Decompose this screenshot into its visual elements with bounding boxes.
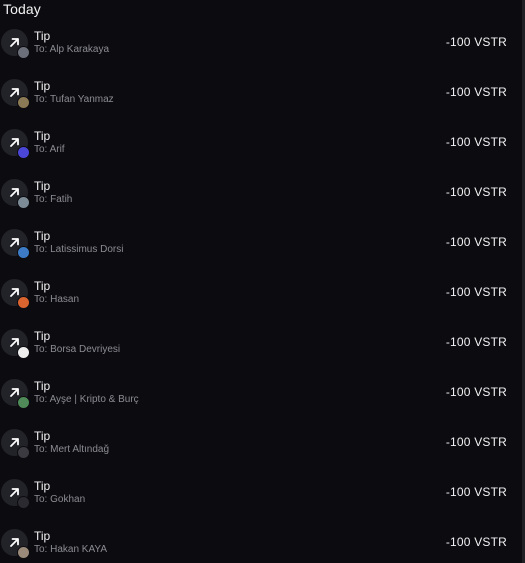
transaction-recipient: To: Ayşe | Kripto & Burç	[34, 394, 139, 405]
transaction-row[interactable]: Tip To: Alp Karakaya -100 VSTR	[0, 22, 525, 72]
transaction-icon	[1, 129, 30, 159]
transaction-row[interactable]: Tip To: Arif -100 VSTR	[0, 122, 525, 172]
transaction-title: Tip	[34, 429, 51, 443]
transaction-amount: -100 VSTR	[445, 285, 507, 299]
transaction-row[interactable]: Tip To: Borsa Devriyesi -100 VSTR	[0, 322, 525, 372]
transaction-amount: -100 VSTR	[445, 485, 507, 499]
transaction-recipient: To: Gokhan	[34, 494, 86, 505]
transaction-title: Tip	[34, 329, 51, 343]
transaction-title: Tip	[34, 279, 51, 293]
transaction-recipient: To: Mert Altındağ	[34, 444, 110, 455]
transaction-recipient: To: Borsa Devriyesi	[34, 344, 121, 355]
transaction-title: Tip	[34, 179, 51, 193]
transaction-icon	[1, 479, 30, 509]
avatar	[17, 196, 30, 209]
transaction-title: Tip	[34, 529, 51, 543]
transaction-title: Tip	[34, 479, 51, 493]
avatar	[17, 546, 30, 559]
transaction-row[interactable]: Tip To: Gokhan -100 VSTR	[0, 472, 525, 522]
transaction-row[interactable]: Tip To: Hasan -100 VSTR	[0, 272, 525, 322]
avatar	[17, 146, 30, 159]
transaction-title: Tip	[34, 129, 51, 143]
transaction-amount: -100 VSTR	[445, 435, 507, 449]
transaction-amount: -100 VSTR	[445, 235, 507, 249]
transaction-amount: -100 VSTR	[445, 385, 507, 399]
transaction-row[interactable]: Tip To: Fatih -100 VSTR	[0, 172, 525, 222]
transaction-row[interactable]: Tip To: Mert Altındağ -100 VSTR	[0, 422, 525, 472]
transaction-icon	[1, 29, 30, 59]
transaction-row[interactable]: Tip To: Hakan KAYA -100 VSTR	[0, 522, 525, 563]
transaction-icon	[1, 529, 30, 559]
transactions-panel: Today Tip To: Alp Karakaya -100 VSTR Tip…	[0, 0, 525, 563]
avatar	[17, 396, 30, 409]
transaction-icon	[1, 379, 30, 409]
transaction-icon	[1, 279, 30, 309]
transaction-icon	[1, 329, 30, 359]
transaction-row[interactable]: Tip To: Ayşe | Kripto & Burç -100 VSTR	[0, 372, 525, 422]
transaction-recipient: To: Tufan Yanmaz	[34, 94, 114, 105]
transaction-row[interactable]: Tip To: Latissimus Dorsi -100 VSTR	[0, 222, 525, 272]
avatar	[17, 246, 30, 259]
transaction-recipient: To: Hasan	[34, 294, 80, 305]
transaction-recipient: To: Alp Karakaya	[34, 44, 110, 55]
transaction-amount: -100 VSTR	[445, 135, 507, 149]
transaction-icon	[1, 79, 30, 109]
transaction-amount: -100 VSTR	[445, 185, 507, 199]
avatar	[17, 346, 30, 359]
transaction-recipient: To: Hakan KAYA	[34, 544, 107, 555]
transaction-amount: -100 VSTR	[445, 85, 507, 99]
transaction-row[interactable]: Tip To: Tufan Yanmaz -100 VSTR	[0, 72, 525, 122]
section-title-today: Today	[3, 1, 41, 17]
transaction-title: Tip	[34, 379, 51, 393]
avatar	[17, 46, 30, 59]
avatar	[17, 496, 30, 509]
avatar	[17, 296, 30, 309]
transaction-recipient: To: Latissimus Dorsi	[34, 244, 124, 255]
transaction-title: Tip	[34, 229, 51, 243]
transaction-amount: -100 VSTR	[445, 335, 507, 349]
transaction-amount: -100 VSTR	[445, 35, 507, 49]
avatar	[17, 96, 30, 109]
transaction-icon	[1, 229, 30, 259]
transaction-title: Tip	[34, 79, 51, 93]
transaction-title: Tip	[34, 29, 51, 43]
transaction-icon	[1, 429, 30, 459]
transaction-recipient: To: Fatih	[34, 194, 73, 205]
transaction-recipient: To: Arif	[34, 144, 65, 155]
transaction-icon	[1, 179, 30, 209]
avatar	[17, 446, 30, 459]
transaction-amount: -100 VSTR	[445, 535, 507, 549]
